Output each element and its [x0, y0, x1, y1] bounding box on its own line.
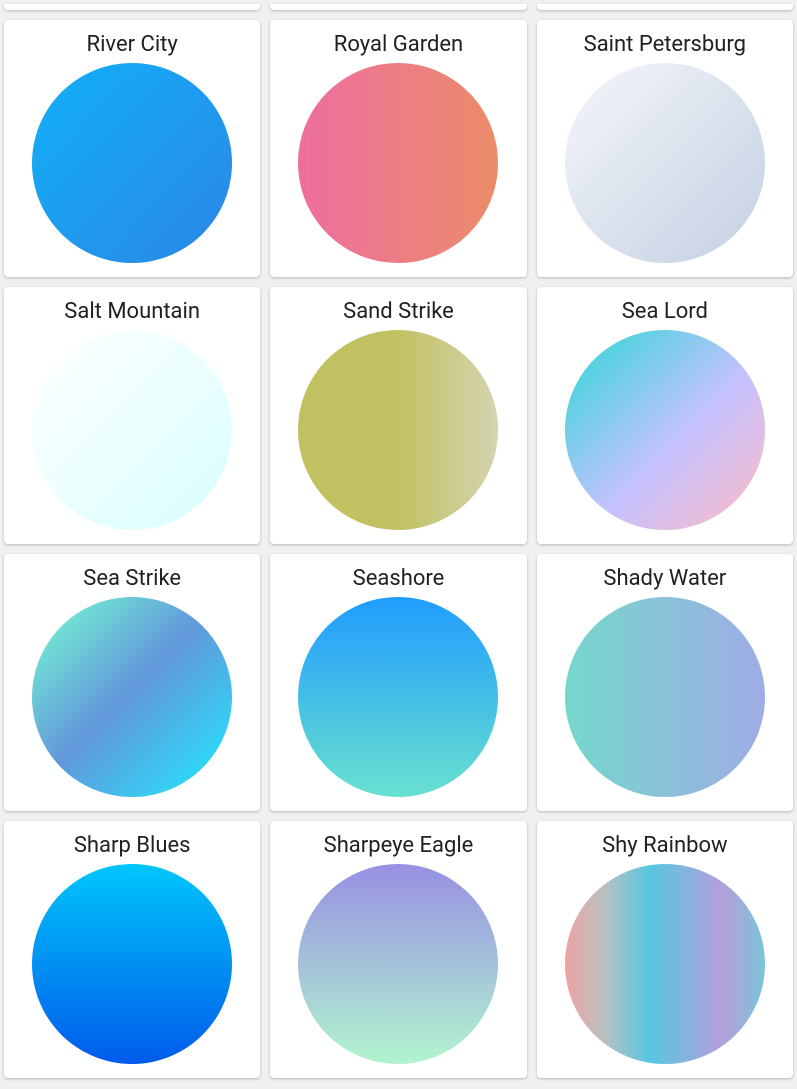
gradient-title: Sharpeye Eagle [324, 833, 474, 858]
gradient-title: Sea Lord [622, 299, 708, 324]
gradient-card[interactable]: Sea Lord [537, 287, 793, 544]
gradient-card[interactable]: Shady Water [537, 554, 793, 811]
gradient-card[interactable]: Royal Garden [270, 20, 526, 277]
gradient-title: Sea Strike [83, 566, 181, 591]
gradient-card[interactable]: River City [4, 20, 260, 277]
gradient-swatch [565, 63, 765, 263]
gradient-title: Seashore [353, 566, 445, 591]
card-sliver [270, 4, 526, 10]
gradient-swatch [32, 597, 232, 797]
gradient-swatch [32, 864, 232, 1064]
gradient-title: Sharp Blues [74, 833, 191, 858]
gradient-title: Saint Petersburg [584, 32, 746, 57]
gradient-swatch [565, 330, 765, 530]
gradient-grid: River City Royal Garden Saint Petersburg Sa… [4, 20, 793, 1078]
gradient-card[interactable]: Sharp Blues [4, 821, 260, 1078]
gradient-title: Sand Strike [343, 299, 454, 324]
gradient-title: Royal Garden [334, 32, 463, 57]
gradient-card[interactable]: Seashore [270, 554, 526, 811]
gradient-card[interactable]: Sand Strike [270, 287, 526, 544]
gradient-swatch [298, 63, 498, 263]
gradient-swatch [565, 864, 765, 1064]
card-sliver [4, 4, 260, 10]
previous-row-slivers [4, 4, 793, 10]
gradient-swatch [298, 597, 498, 797]
card-sliver [537, 4, 793, 10]
gradient-swatch [565, 597, 765, 797]
gradient-card[interactable]: Shy Rainbow [537, 821, 793, 1078]
gradient-title: River City [87, 32, 178, 57]
gradient-title: Shady Water [603, 566, 726, 591]
gradient-swatch [298, 864, 498, 1064]
gradient-swatch [32, 63, 232, 263]
gradient-card[interactable]: Saint Petersburg [537, 20, 793, 277]
gradient-card[interactable]: Sea Strike [4, 554, 260, 811]
gradient-title: Shy Rainbow [602, 833, 728, 858]
gradient-card[interactable]: Salt Mountain [4, 287, 260, 544]
gradient-swatch [298, 330, 498, 530]
gradient-title: Salt Mountain [64, 299, 200, 324]
gradient-card[interactable]: Sharpeye Eagle [270, 821, 526, 1078]
gradient-swatch [32, 330, 232, 530]
